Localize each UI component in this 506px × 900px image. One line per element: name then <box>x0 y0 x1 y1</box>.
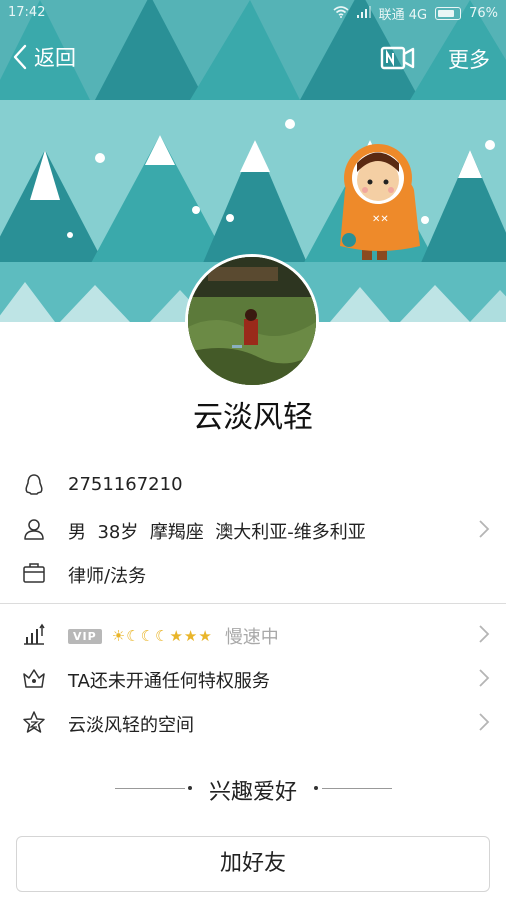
chevron-left-icon <box>13 44 27 70</box>
signal-icon <box>356 5 371 22</box>
person-icon <box>24 519 44 540</box>
chevron-right-icon <box>479 669 490 687</box>
briefcase-icon <box>23 563 45 583</box>
status-time: 17:42 <box>8 5 46 20</box>
navigation-bar: 返回 更多 <box>0 36 506 86</box>
add-friend-button[interactable]: 加好友 <box>16 836 490 892</box>
chevron-right-icon <box>479 713 490 731</box>
qq-number-row: 2751167210 <box>0 463 506 507</box>
chevron-right-icon <box>479 625 490 643</box>
back-button[interactable]: 返回 <box>12 42 76 72</box>
personal-info-row[interactable]: 男 38岁 摩羯座 澳大利亚-维多利亚 <box>0 507 506 551</box>
star-icon <box>23 711 45 733</box>
privilege-row[interactable]: TA还未开通任何特权服务 <box>0 656 506 700</box>
section-divider <box>0 603 506 604</box>
privilege-text: TA还未开通任何特权服务 <box>68 671 270 692</box>
vip-level-info: VIP ☀☾☾☾★★★ 慢速中 <box>68 623 279 649</box>
chevron-right-icon <box>479 520 490 538</box>
level-chart-icon <box>24 623 45 645</box>
battery-icon <box>435 7 462 20</box>
qzone-text: 云淡风轻的空间 <box>68 715 194 736</box>
speed-status: 慢速中 <box>224 627 279 648</box>
wifi-icon <box>333 5 349 22</box>
avatar-image <box>188 257 316 385</box>
occupation-row: 律师/法务 <box>0 551 506 595</box>
qq-number: 2751167210 <box>68 474 183 495</box>
nickname: 云淡风轻 <box>193 400 313 435</box>
age: 38岁 <box>97 522 139 543</box>
avatar[interactable] <box>185 254 319 388</box>
video-call-icon <box>380 46 415 70</box>
gender: 男 <box>68 522 86 543</box>
battery-level: 76% <box>469 6 498 21</box>
more-button[interactable]: 更多 <box>448 44 490 74</box>
occupation: 律师/法务 <box>68 566 147 587</box>
zodiac: 摩羯座 <box>149 522 204 543</box>
svg-text:✕✕: ✕✕ <box>372 214 389 225</box>
level-icons: ☀☾☾☾★★★ <box>111 627 213 645</box>
location: 澳大利亚-维多利亚 <box>215 522 366 543</box>
carrier-label: 联通 4G <box>378 8 428 23</box>
penguin-icon <box>25 474 43 495</box>
personal-info-text: 男 38岁 摩羯座 澳大利亚-维多利亚 <box>68 518 366 544</box>
video-call-button[interactable] <box>380 44 416 74</box>
hobby-divider-right <box>322 788 392 789</box>
hobby-title: 兴趣爱好 <box>208 780 297 805</box>
status-bar: 17:42 联通 4G 76% <box>0 0 506 26</box>
hobby-dot-right <box>314 786 318 790</box>
vip-badge: VIP <box>68 628 102 644</box>
qzone-row[interactable]: 云淡风轻的空间 <box>0 700 506 744</box>
back-label: 返回 <box>34 46 76 70</box>
hobby-section-header: 兴趣爱好 <box>0 772 506 806</box>
vip-level-row[interactable]: VIP ☀☾☾☾★★★ 慢速中 <box>0 612 506 656</box>
crown-icon <box>23 669 45 688</box>
